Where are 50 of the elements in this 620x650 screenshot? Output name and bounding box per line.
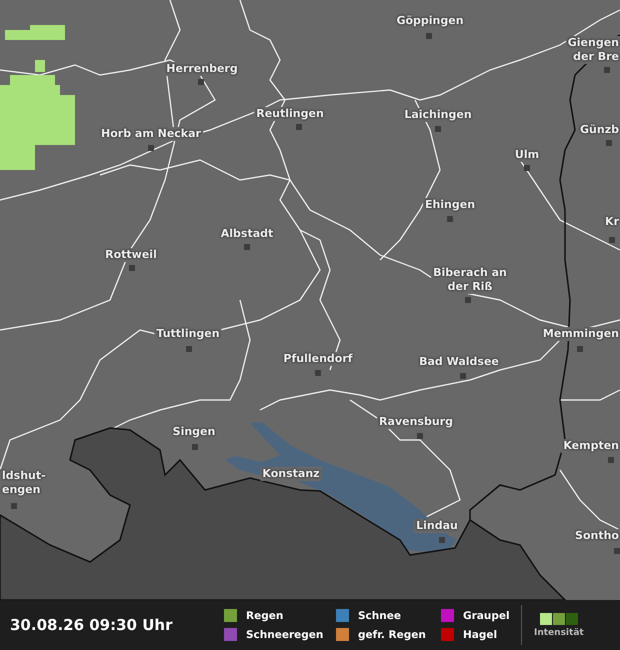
city-label: Memmingen bbox=[540, 327, 620, 341]
city-marker bbox=[447, 216, 453, 222]
city-label: Giengen der Bre bbox=[566, 36, 620, 64]
city-label: Biberach an der Riß bbox=[431, 266, 509, 294]
legend-label: Hagel bbox=[463, 628, 498, 640]
legend-label: gefr. Regen bbox=[358, 628, 426, 640]
city-marker bbox=[11, 503, 17, 509]
city-marker bbox=[439, 537, 445, 543]
city-label: Tuttlingen bbox=[154, 327, 222, 341]
city-label: Laichingen bbox=[402, 108, 474, 122]
city-label: Kempten bbox=[561, 439, 620, 453]
city-marker bbox=[577, 346, 583, 352]
city-marker bbox=[244, 244, 250, 250]
city-label: Lindau bbox=[414, 519, 460, 533]
city-label: Ulm bbox=[512, 148, 542, 162]
city-label: Herrenberg bbox=[164, 62, 240, 76]
city-marker bbox=[608, 457, 614, 463]
city-marker bbox=[604, 67, 610, 73]
city-marker bbox=[186, 346, 192, 352]
city-marker bbox=[296, 124, 302, 130]
city-marker bbox=[198, 79, 204, 85]
city-label: Ehingen bbox=[422, 198, 478, 212]
city-marker bbox=[426, 33, 432, 39]
city-marker bbox=[614, 548, 620, 554]
city-label: Ravensburg bbox=[377, 415, 455, 429]
city-label: Reutlingen bbox=[254, 107, 326, 121]
legend-label: Graupel bbox=[463, 610, 510, 622]
legend-label: Schnee bbox=[358, 610, 401, 622]
city-marker bbox=[465, 297, 471, 303]
city-marker bbox=[148, 145, 154, 151]
city-label: Rottweil bbox=[103, 248, 159, 262]
city-marker bbox=[460, 373, 466, 379]
legend-label: Schneeregen bbox=[246, 628, 324, 640]
city-marker bbox=[524, 165, 530, 171]
timestamp: 30.08.26 09:30 Uhr bbox=[10, 616, 174, 634]
city-label: Horb am Neckar bbox=[99, 127, 203, 141]
city-label: Singen bbox=[170, 425, 218, 439]
city-label: Pfullendorf bbox=[281, 352, 355, 366]
city-marker bbox=[129, 265, 135, 271]
intensity-label: Intensität bbox=[534, 628, 584, 638]
city-label: Konstanz bbox=[260, 467, 322, 481]
city-marker bbox=[192, 444, 198, 450]
city-marker bbox=[435, 126, 441, 132]
legend-label: Regen bbox=[246, 610, 284, 622]
city-label: ldshut- engen bbox=[0, 469, 48, 497]
city-label: Göppingen bbox=[394, 14, 466, 28]
city-marker bbox=[315, 370, 321, 376]
city-marker bbox=[606, 140, 612, 146]
city-marker bbox=[609, 237, 615, 243]
city-marker bbox=[417, 433, 423, 439]
